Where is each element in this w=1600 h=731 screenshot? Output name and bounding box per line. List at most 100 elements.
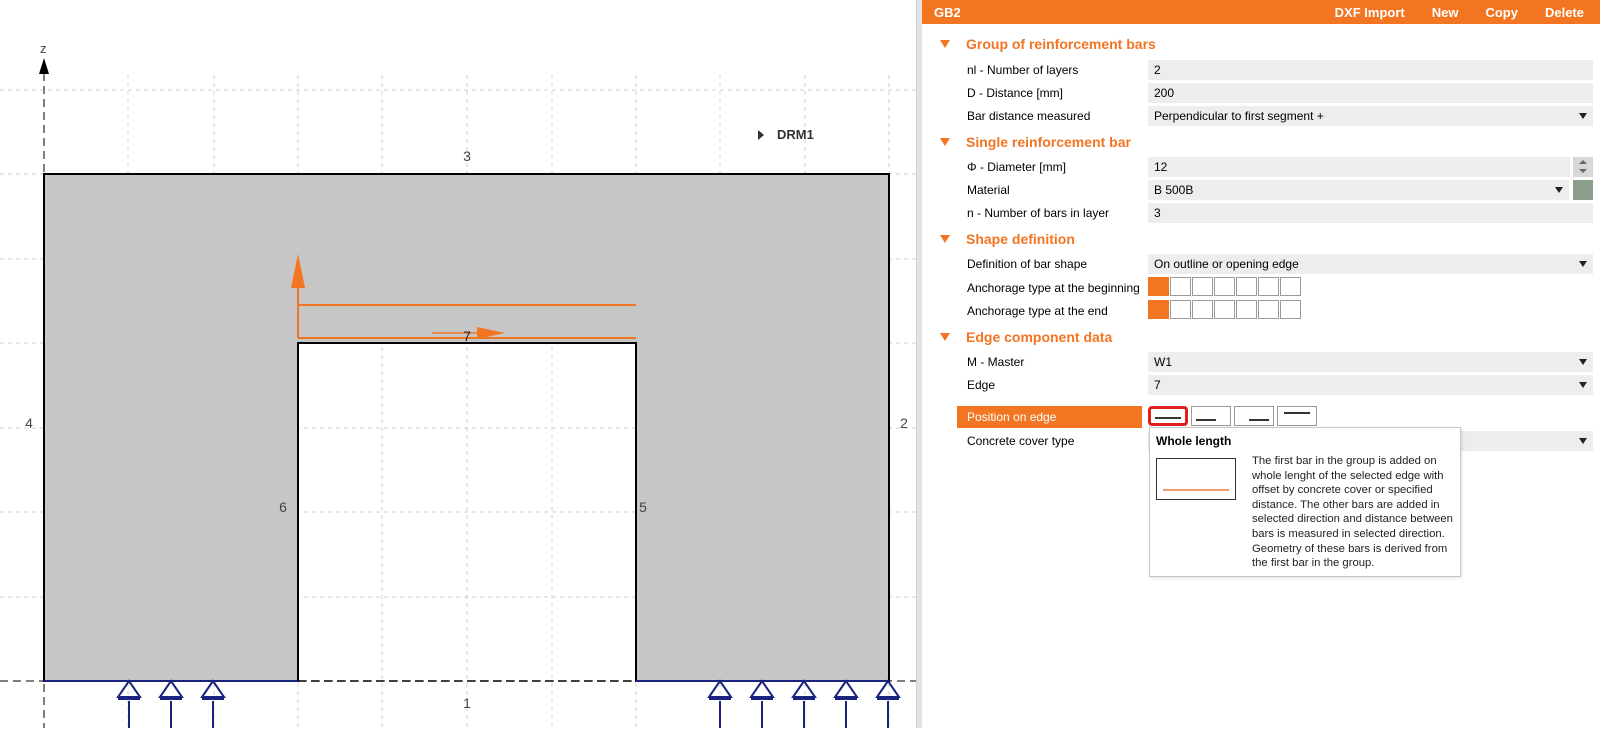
- nbars-input[interactable]: 3: [1148, 203, 1593, 223]
- dxf-import-button[interactable]: DXF Import: [1335, 5, 1405, 20]
- edge-value: 7: [1154, 378, 1161, 392]
- collapse-icon[interactable]: [940, 138, 950, 146]
- edge-label-6: 6: [279, 499, 287, 515]
- position-tooltip: Whole length The first bar in the group …: [1149, 427, 1461, 577]
- from-end-icon[interactable]: [1234, 406, 1274, 426]
- section-shape[interactable]: Shape definition: [922, 228, 1600, 250]
- row-position-options: [922, 406, 1600, 428]
- row-distance: D - Distance [mm] 200: [922, 82, 1600, 104]
- row-diameter: Φ - Diameter [mm] 12: [922, 156, 1600, 178]
- support-icon: [833, 679, 859, 728]
- edge-select[interactable]: 7: [1148, 375, 1593, 395]
- anchorage-straight-icon[interactable]: [1148, 277, 1169, 296]
- dropdown-arrow-icon[interactable]: [1579, 261, 1587, 267]
- row-edge: Edge 7: [922, 374, 1600, 396]
- diameter-stepper[interactable]: [1573, 157, 1593, 177]
- row-bar-distance: Bar distance measured Perpendicular to f…: [922, 105, 1600, 127]
- anch-end-label: Anchorage type at the end: [967, 304, 1108, 318]
- whole-length-icon[interactable]: [1148, 406, 1188, 426]
- delete-button[interactable]: Delete: [1545, 5, 1584, 20]
- dropdown-arrow-icon[interactable]: [1555, 187, 1563, 193]
- section-group[interactable]: Group of reinforcement bars: [922, 33, 1600, 55]
- drm-label[interactable]: DRM1: [777, 127, 814, 142]
- bar-distance-select[interactable]: Perpendicular to first segment +: [1148, 106, 1593, 126]
- support-icon: [707, 679, 733, 728]
- edge-label-4: 4: [25, 415, 33, 431]
- def-shape-label: Definition of bar shape: [967, 257, 1088, 271]
- tooltip-title: Whole length: [1156, 434, 1232, 448]
- anchorage-hook-135-icon[interactable]: [1192, 300, 1213, 319]
- nbars-label: n - Number of bars in layer: [967, 206, 1110, 220]
- anch-begin-options: [1148, 277, 1302, 296]
- supports: [116, 679, 901, 728]
- distance-input[interactable]: 200: [1148, 83, 1593, 103]
- master-select[interactable]: W1: [1148, 352, 1593, 372]
- anchorage-straight-icon[interactable]: [1148, 300, 1169, 319]
- custom-segment-icon[interactable]: [1277, 406, 1317, 426]
- section-single[interactable]: Single reinforcement bar: [922, 131, 1600, 153]
- row-anch-end: Anchorage type at the end: [922, 300, 1600, 322]
- row-nbars: n - Number of bars in layer 3: [922, 202, 1600, 224]
- dropdown-arrow-icon[interactable]: [1579, 359, 1587, 365]
- def-shape-value: On outline or opening edge: [1154, 257, 1299, 271]
- layers-input[interactable]: 2: [1148, 60, 1593, 80]
- new-button[interactable]: New: [1432, 5, 1459, 20]
- collapse-icon[interactable]: [940, 235, 950, 243]
- anchorage-coupler-icon[interactable]: [1280, 277, 1301, 296]
- z-axis-label: z: [40, 41, 47, 56]
- layers-label: nl - Number of layers: [967, 63, 1079, 77]
- properties-panel: GB2 DXF Import New Copy Delete Group of …: [922, 0, 1600, 728]
- edge-label-5: 5: [639, 499, 647, 515]
- master-label: M - Master: [967, 355, 1025, 369]
- support-icon: [158, 679, 184, 728]
- edge-label-2: 2: [900, 415, 908, 431]
- row-material: Material B 500B: [922, 179, 1600, 201]
- anchorage-hook-135-icon[interactable]: [1192, 277, 1213, 296]
- dropdown-arrow-icon[interactable]: [1579, 382, 1587, 388]
- dropdown-arrow-icon[interactable]: [1579, 438, 1587, 444]
- edge-label-7: 7: [463, 328, 471, 344]
- row-layers: nl - Number of layers 2: [922, 59, 1600, 81]
- row-anch-begin: Anchorage type at the beginning: [922, 277, 1600, 299]
- material-value: B 500B: [1154, 183, 1194, 197]
- def-shape-select[interactable]: On outline or opening edge: [1148, 254, 1593, 274]
- anchorage-coupler-icon[interactable]: [1280, 300, 1301, 319]
- anchorage-hook-90-icon[interactable]: [1170, 300, 1191, 319]
- anch-begin-label: Anchorage type at the beginning: [967, 281, 1140, 295]
- bar-distance-value: Perpendicular to first segment +: [1154, 109, 1324, 123]
- from-start-icon[interactable]: [1191, 406, 1231, 426]
- diameter-label: Φ - Diameter [mm]: [967, 160, 1066, 174]
- collapse-icon[interactable]: [940, 333, 950, 341]
- drawing-canvas[interactable]: z DRM1 1 2 3 4 5 6 7: [0, 0, 916, 728]
- section-edge[interactable]: Edge component data: [922, 326, 1600, 348]
- anchorage-hook-180-icon[interactable]: [1214, 277, 1235, 296]
- copy-button[interactable]: Copy: [1485, 5, 1518, 20]
- panel-title: GB2: [934, 4, 961, 20]
- edge-label-3: 3: [463, 148, 471, 164]
- collapse-icon[interactable]: [940, 40, 950, 48]
- master-value: W1: [1154, 355, 1172, 369]
- anchorage-hook-90-icon[interactable]: [1170, 277, 1191, 296]
- row-master: M - Master W1: [922, 351, 1600, 373]
- support-icon: [875, 679, 901, 728]
- anchorage-plate-icon[interactable]: [1258, 300, 1279, 319]
- section-shape-title: Shape definition: [966, 231, 1075, 247]
- position-options: [1148, 406, 1320, 426]
- anchorage-welded-bar-icon[interactable]: [1236, 300, 1257, 319]
- anch-end-options: [1148, 300, 1302, 319]
- edit-material-icon[interactable]: [1573, 180, 1593, 200]
- panel-header: GB2 DXF Import New Copy Delete: [922, 0, 1600, 24]
- diameter-input[interactable]: 12: [1148, 157, 1570, 177]
- section-edge-title: Edge component data: [966, 329, 1113, 345]
- edge-label-1: 1: [463, 695, 471, 711]
- z-axis-arrow-icon: [39, 58, 49, 74]
- section-drawing: z DRM1 1 2 3 4 5 6 7: [0, 41, 916, 728]
- anchorage-plate-icon[interactable]: [1258, 277, 1279, 296]
- anchorage-welded-bar-icon[interactable]: [1236, 277, 1257, 296]
- material-select[interactable]: B 500B: [1148, 180, 1569, 200]
- dropdown-arrow-icon[interactable]: [1579, 113, 1587, 119]
- anchorage-hook-180-icon[interactable]: [1214, 300, 1235, 319]
- cover-label: Concrete cover type: [967, 434, 1075, 448]
- section-single-title: Single reinforcement bar: [966, 134, 1131, 150]
- support-icon: [116, 679, 142, 728]
